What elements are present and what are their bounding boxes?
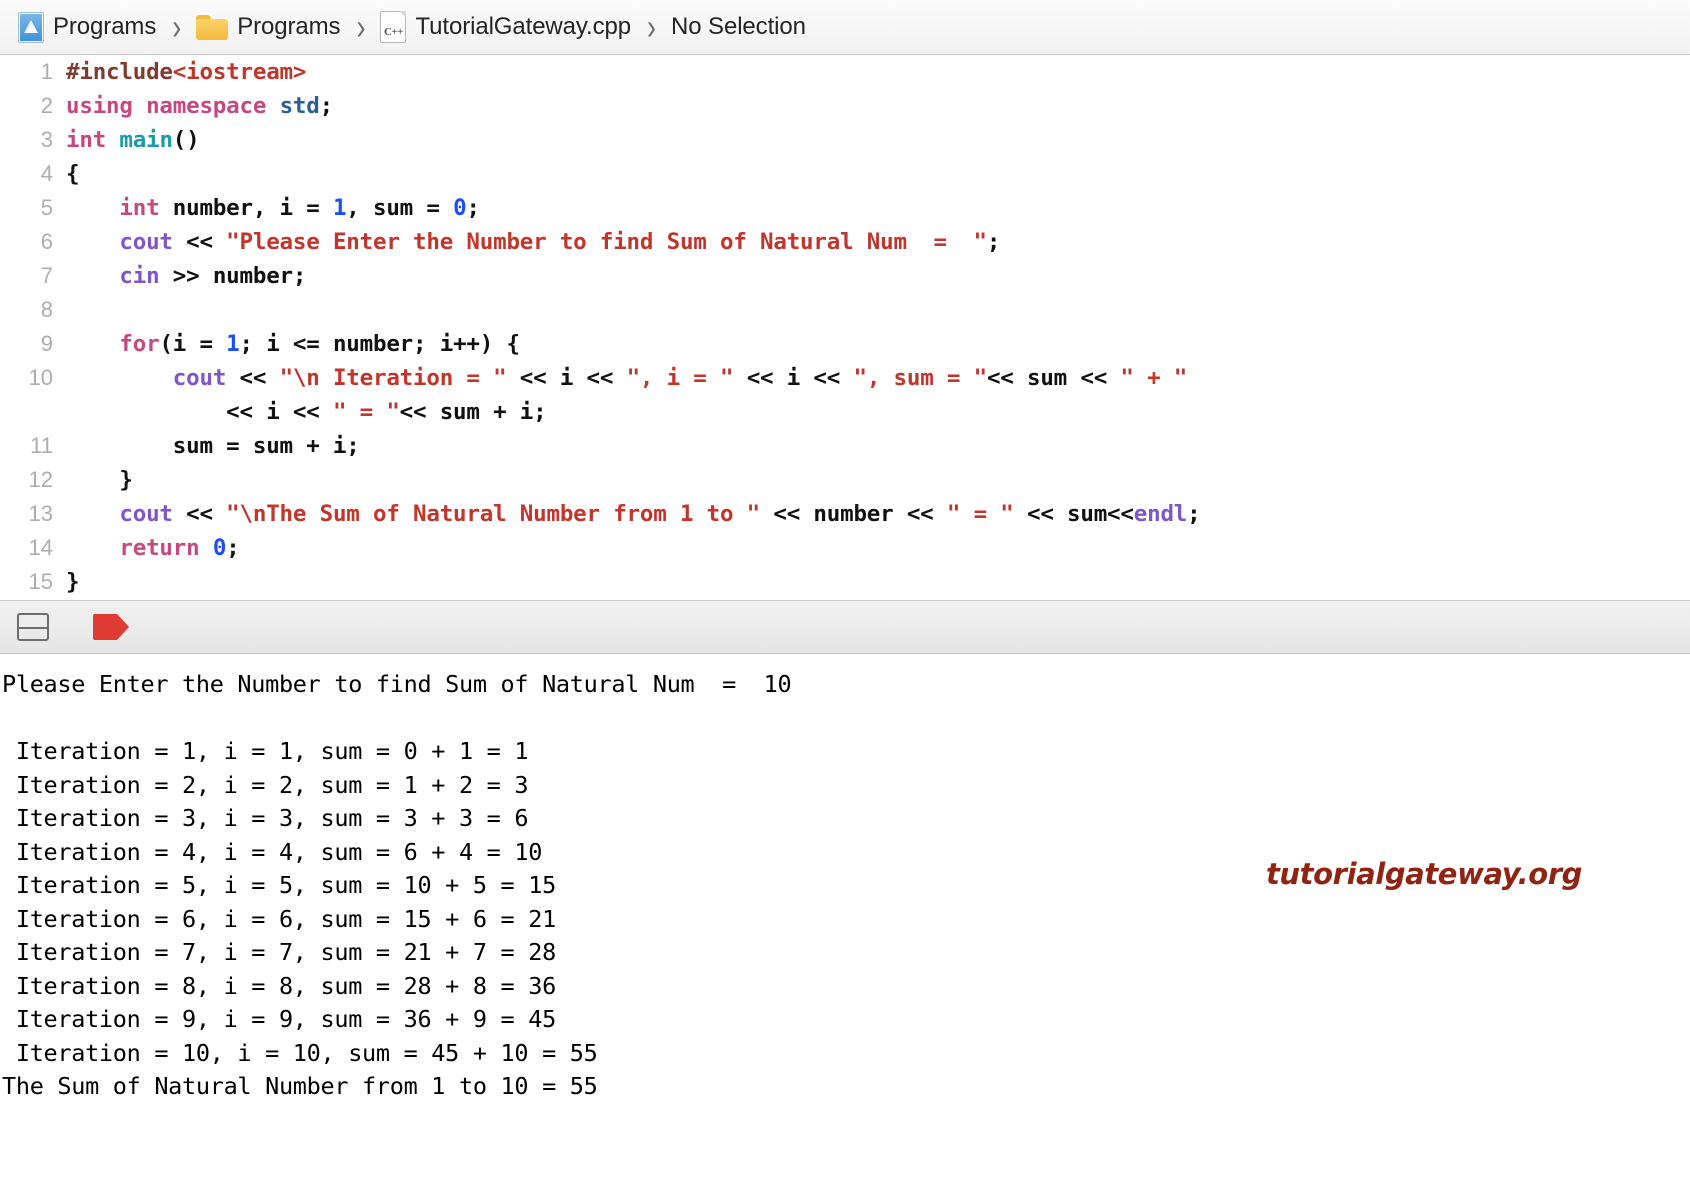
code-text[interactable]: } [66, 565, 80, 599]
code-text[interactable]: { [66, 157, 80, 191]
line-number: 1 [40, 59, 53, 84]
console-output[interactable]: Please Enter the Number to find Sum of N… [0, 654, 1690, 1181]
code-line: 1 #include<iostream> [0, 55, 1690, 89]
code-text[interactable]: cout << "Please Enter the Number to find… [66, 225, 1000, 259]
breadcrumb-item-folder[interactable]: Programs [192, 13, 344, 41]
breadcrumb-separator: › [647, 6, 656, 47]
watermark: tutorialgateway.org [1265, 857, 1582, 891]
flag-icon[interactable] [93, 614, 129, 640]
code-line: 14 return 0; [0, 531, 1690, 565]
code-line: 9 for(i = 1; i <= number; i++) { [0, 327, 1690, 361]
console-line: Iteration = 9, i = 9, sum = 36 + 9 = 45 [2, 1005, 556, 1033]
split-panel-icon[interactable] [17, 613, 49, 641]
xcode-project-icon [18, 11, 44, 43]
line-number: 11 [30, 433, 53, 458]
code-line: 15 } [0, 565, 1690, 599]
code-text[interactable]: cout << "\nThe Sum of Natural Number fro… [66, 497, 1200, 531]
code-text[interactable]: } [66, 463, 133, 497]
line-number: 5 [40, 195, 53, 220]
code-text[interactable]: cin >> number; [66, 259, 306, 293]
code-line: 13 cout << "\nThe Sum of Natural Number … [0, 497, 1690, 531]
code-line: 3 int main() [0, 123, 1690, 157]
line-number: 15 [28, 569, 53, 594]
code-editor[interactable]: 1 #include<iostream> 2 using namespace s… [0, 55, 1690, 601]
line-number: 9 [40, 331, 53, 356]
code-text[interactable]: int number, i = 1, sum = 0; [66, 191, 480, 225]
code-line: 12 } [0, 463, 1690, 497]
code-line: 10 cout << "\n Iteration = " << i << ", … [0, 361, 1690, 429]
code-line: 7 cin >> number; [0, 259, 1690, 293]
breadcrumb-separator: › [356, 6, 366, 47]
code-text[interactable]: using namespace std; [66, 89, 333, 123]
code-text[interactable]: sum = sum + i; [66, 429, 360, 463]
code-line: 5 int number, i = 1, sum = 0; [0, 191, 1690, 225]
code-text[interactable]: #include<iostream> [66, 55, 306, 89]
breadcrumb-separator: › [172, 6, 182, 47]
console-line: Iteration = 2, i = 2, sum = 1 + 2 = 3 [2, 770, 529, 799]
console-toolbar [0, 601, 1690, 654]
line-number: 13 [28, 501, 53, 526]
code-line: 11 sum = sum + i; [0, 429, 1690, 463]
folder-icon [196, 14, 229, 40]
console-line: Iteration = 10, i = 10, sum = 45 + 10 = … [2, 1038, 598, 1067]
breadcrumb: Programs › Programs › C++ TutorialGatewa… [0, 0, 1690, 55]
console-line: Iteration = 3, i = 3, sum = 3 + 3 = 6 [2, 804, 529, 832]
breadcrumb-item-selection[interactable]: No Selection [667, 13, 810, 41]
console-line: Iteration = 8, i = 8, sum = 28 + 8 = 36 [2, 971, 556, 1000]
line-number: 14 [28, 535, 53, 560]
line-number: 4 [40, 161, 53, 186]
line-number: 6 [40, 229, 53, 254]
code-line: 8 [0, 293, 1690, 327]
code-text[interactable] [66, 293, 79, 327]
code-text[interactable]: for(i = 1; i <= number; i++) { [66, 327, 520, 361]
breadcrumb-item-file[interactable]: C++ TutorialGateway.cpp [376, 11, 635, 43]
breadcrumb-item-label: No Selection [671, 13, 806, 40]
line-number: 10 [28, 365, 53, 390]
line-number: 2 [40, 93, 53, 118]
breadcrumb-item-label: TutorialGateway.cpp [415, 13, 631, 40]
line-number: 8 [40, 297, 53, 322]
code-text[interactable]: cout << "\n Iteration = " << i << ", i =… [66, 361, 1188, 429]
cpp-file-icon: C++ [380, 11, 407, 43]
breadcrumb-item-project[interactable]: Programs [14, 11, 160, 43]
line-number: 12 [28, 467, 53, 492]
breadcrumb-item-label: Programs [237, 13, 341, 40]
line-number: 3 [40, 127, 53, 152]
code-line: 6 cout << "Please Enter the Number to fi… [0, 225, 1690, 259]
line-number: 7 [40, 263, 53, 288]
code-text[interactable]: return 0; [66, 531, 239, 565]
console-line: Iteration = 6, i = 6, sum = 15 + 6 = 21 [2, 904, 556, 933]
console-prompt-line: Please Enter the Number to find Sum of N… [2, 670, 792, 698]
code-line: 4 { [0, 157, 1690, 191]
code-text[interactable]: int main() [66, 123, 200, 157]
console-summary-line: The Sum of Natural Number from 1 to 10 =… [2, 1072, 598, 1100]
breadcrumb-item-label: Programs [53, 13, 157, 40]
code-line: 2 using namespace std; [0, 89, 1690, 123]
console-line: Iteration = 7, i = 7, sum = 21 + 7 = 28 [2, 938, 556, 966]
console-line: Iteration = 1, i = 1, sum = 0 + 1 = 1 [2, 737, 529, 765]
